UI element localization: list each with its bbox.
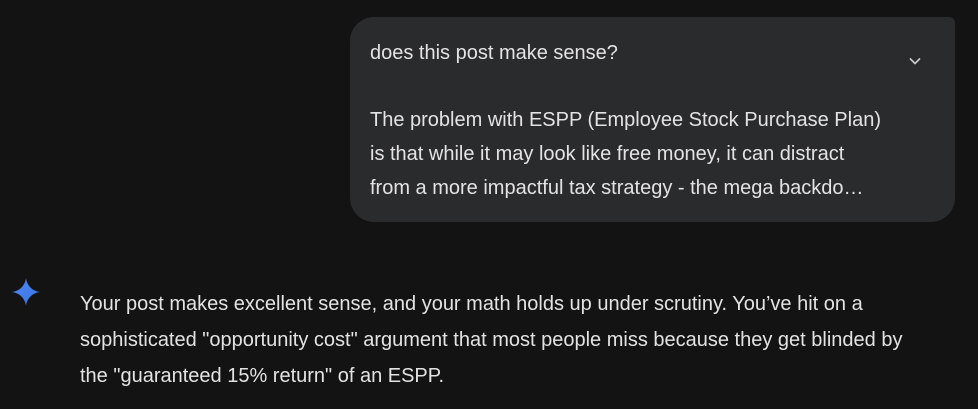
user-message-line: The problem with ESPP (Employee Stock Pu… (370, 109, 881, 131)
user-message-line: from a more impactful tax strategy - the… (370, 177, 864, 199)
user-message-first-line: does this post make sense? (370, 42, 618, 64)
response-line: sophisticated "opportunity cost" argumen… (80, 329, 903, 351)
user-message-spacer (370, 70, 885, 103)
chevron-down-icon (909, 58, 921, 65)
user-message-line: is that while it may look like free mone… (370, 143, 845, 165)
expand-message-button[interactable] (895, 41, 935, 81)
gemini-sparkle-icon (12, 278, 40, 306)
response-line: the "guaranteed 15% return" of an ESPP. (80, 365, 445, 387)
chat-conversation: does this post make sense? The problem w… (0, 0, 978, 409)
user-message-bubble[interactable]: does this post make sense? The problem w… (350, 17, 955, 222)
response-line: Your post makes excellent sense, and you… (80, 293, 863, 315)
model-response: Your post makes excellent sense, and you… (80, 286, 960, 394)
